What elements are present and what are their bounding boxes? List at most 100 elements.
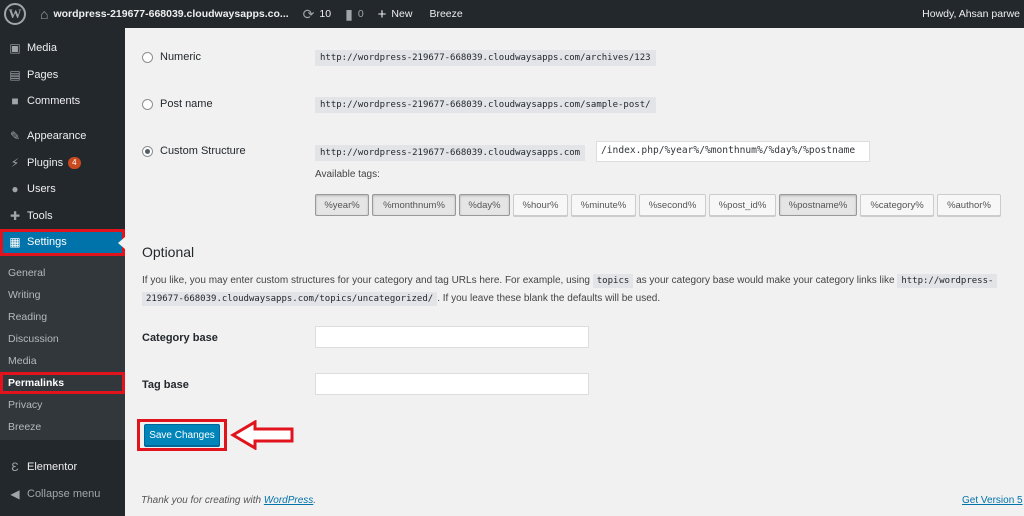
- desc-text-1: If you like, you may enter custom struct…: [142, 275, 590, 286]
- available-tags-list: %year% %monthnum% %day% %hour% %minute% …: [315, 194, 1004, 216]
- tag-button-second[interactable]: %second%: [639, 194, 706, 216]
- sidebar-item-label: Plugins: [27, 156, 64, 169]
- custom-structure-input[interactable]: /index.php/%year%/%monthnum%/%day%/%post…: [596, 141, 870, 162]
- settings-submenu: General Writing Reading Discussion Media…: [0, 255, 125, 440]
- appearance-icon: ✎: [9, 129, 21, 144]
- sidebar-item-appearance[interactable]: ✎ Appearance: [0, 123, 125, 150]
- sidebar-item-elementor[interactable]: Ɛ Elementor: [0, 454, 125, 481]
- settings-icon: ▦: [9, 235, 21, 250]
- tag-button-minute[interactable]: %minute%: [571, 194, 636, 216]
- numeric-label: Numeric: [160, 51, 201, 63]
- sidebar-item-label: Media: [27, 42, 57, 55]
- sidebar-item-label: Users: [27, 183, 56, 196]
- comments-count: 0: [357, 8, 364, 20]
- save-changes-button[interactable]: Save Changes: [144, 424, 220, 446]
- sidebar-item-comments[interactable]: ■ Comments: [0, 88, 125, 115]
- submenu-item-discussion[interactable]: Discussion: [0, 328, 125, 350]
- category-base-input[interactable]: [315, 326, 589, 348]
- elementor-icon: Ɛ: [11, 460, 19, 475]
- tag-button-post-id[interactable]: %post_id%: [709, 194, 776, 216]
- wordpress-logo-icon: W: [4, 3, 26, 25]
- main-content: Numeric http://wordpress-219677-668039.c…: [125, 28, 1024, 516]
- sidebar-item-settings[interactable]: ▦ Settings: [0, 229, 125, 256]
- permalink-option-post-name[interactable]: Post name: [142, 98, 213, 110]
- my-account-menu[interactable]: Howdy, Ahsan parwe: [915, 0, 1024, 28]
- collapse-menu-label: Collapse menu: [27, 487, 101, 500]
- sidebar-item-label: Settings: [27, 236, 67, 249]
- submenu-item-general[interactable]: General: [0, 262, 125, 284]
- comment-bubble-icon: ▮: [345, 6, 353, 22]
- plugins-icon: ⚡: [10, 155, 20, 170]
- updates-icon: ⟳: [302, 6, 315, 22]
- users-icon: ●: [11, 182, 19, 197]
- sidebar-item-label: Appearance: [27, 130, 87, 143]
- breeze-menu[interactable]: Breeze: [419, 0, 469, 28]
- footer-thank-you-text: Thank you for creating with: [141, 495, 262, 506]
- sidebar-item-users[interactable]: ● Users: [0, 176, 125, 203]
- new-label: New: [391, 8, 413, 20]
- tag-button-category[interactable]: %category%: [860, 194, 934, 216]
- desc-code-url-part-2: 219677-668039.cloudwaysapps.com/topics/u…: [142, 292, 438, 306]
- optional-description: If you like, you may enter custom struct…: [142, 272, 1017, 308]
- footer-thank-you: Thank you for creating with WordPress.: [141, 495, 317, 506]
- wordpress-link[interactable]: WordPress: [264, 495, 313, 506]
- tag-button-day[interactable]: %day%: [459, 194, 510, 216]
- sidebar-item-pages[interactable]: ▤ Pages: [0, 62, 125, 89]
- comments-menu[interactable]: ▮ 0: [338, 0, 371, 28]
- sidebar-item-tools[interactable]: ✚ Tools: [0, 203, 125, 230]
- permalink-option-custom-structure[interactable]: Custom Structure: [142, 145, 246, 157]
- tools-icon: ✚: [9, 208, 21, 223]
- submenu-item-media[interactable]: Media: [0, 350, 125, 372]
- sidebar-item-label: Tools: [27, 209, 53, 222]
- home-icon: ⌂: [40, 6, 49, 22]
- pages-icon: ▤: [9, 67, 21, 82]
- tag-button-postname[interactable]: %postname%: [779, 194, 857, 216]
- submenu-item-permalinks[interactable]: Permalinks: [0, 371, 125, 394]
- breeze-label: Breeze: [429, 8, 463, 20]
- save-changes-highlight: Save Changes: [137, 419, 227, 451]
- plugins-update-badge: 4: [68, 156, 81, 169]
- sidebar-item-label: Pages: [27, 68, 59, 81]
- menu-separator: [0, 115, 125, 123]
- wp-logo-menu[interactable]: W: [0, 0, 33, 28]
- get-version-link[interactable]: Get Version 5: [962, 495, 1023, 506]
- updates-count: 10: [319, 8, 332, 20]
- site-name: wordpress-219677-668039.cloudwaysapps.co…: [53, 8, 289, 20]
- submenu-item-writing[interactable]: Writing: [0, 284, 125, 306]
- comments-icon: ■: [11, 94, 19, 109]
- media-icon: ▣: [9, 41, 21, 56]
- post-name-label: Post name: [160, 98, 213, 110]
- numeric-example-url: http://wordpress-219677-668039.cloudways…: [315, 50, 656, 66]
- category-base-label: Category base: [142, 332, 218, 344]
- custom-structure-radio[interactable]: [142, 145, 153, 157]
- tag-base-label: Tag base: [142, 379, 189, 391]
- tag-button-hour[interactable]: %hour%: [513, 194, 568, 216]
- post-name-example-url: http://wordpress-219677-668039.cloudways…: [315, 97, 656, 113]
- updates-menu[interactable]: ⟳ 10: [296, 0, 338, 28]
- numeric-radio[interactable]: [142, 51, 153, 63]
- pointer-arrow-icon: [230, 420, 294, 450]
- submenu-item-reading[interactable]: Reading: [0, 306, 125, 328]
- sidebar-item-plugins[interactable]: ⚡ Plugins 4: [0, 149, 125, 176]
- submenu-item-breeze[interactable]: Breeze: [0, 416, 125, 438]
- custom-structure-base-url: http://wordpress-219677-668039.cloudways…: [315, 145, 586, 161]
- collapse-arrow-icon: ◀: [10, 486, 20, 501]
- collapse-menu-button[interactable]: ◀ Collapse menu: [0, 480, 125, 507]
- tag-button-monthnum[interactable]: %monthnum%: [372, 194, 456, 216]
- howdy-text: Howdy, Ahsan parwe: [922, 8, 1020, 20]
- desc-code-url-part-1: http://wordpress-: [897, 274, 998, 288]
- sidebar-item-label: Elementor: [27, 461, 78, 474]
- admin-sidebar: ▣ Media ▤ Pages ■ Comments ✎ Appearance …: [0, 28, 125, 516]
- tag-button-author[interactable]: %author%: [937, 194, 1001, 216]
- sidebar-item-media[interactable]: ▣ Media: [0, 35, 125, 62]
- desc-code-topics: topics: [592, 274, 634, 288]
- tag-base-input[interactable]: [315, 373, 589, 395]
- new-content-menu[interactable]: + New: [371, 0, 420, 28]
- desc-text-3: . If you leave these blank the defaults …: [437, 293, 661, 304]
- permalink-option-numeric[interactable]: Numeric: [142, 51, 201, 63]
- available-tags-label: Available tags:: [315, 169, 380, 180]
- submenu-item-privacy[interactable]: Privacy: [0, 394, 125, 416]
- post-name-radio[interactable]: [142, 98, 153, 110]
- tag-button-year[interactable]: %year%: [315, 194, 369, 216]
- site-name-menu[interactable]: ⌂ wordpress-219677-668039.cloudwaysapps.…: [33, 0, 296, 28]
